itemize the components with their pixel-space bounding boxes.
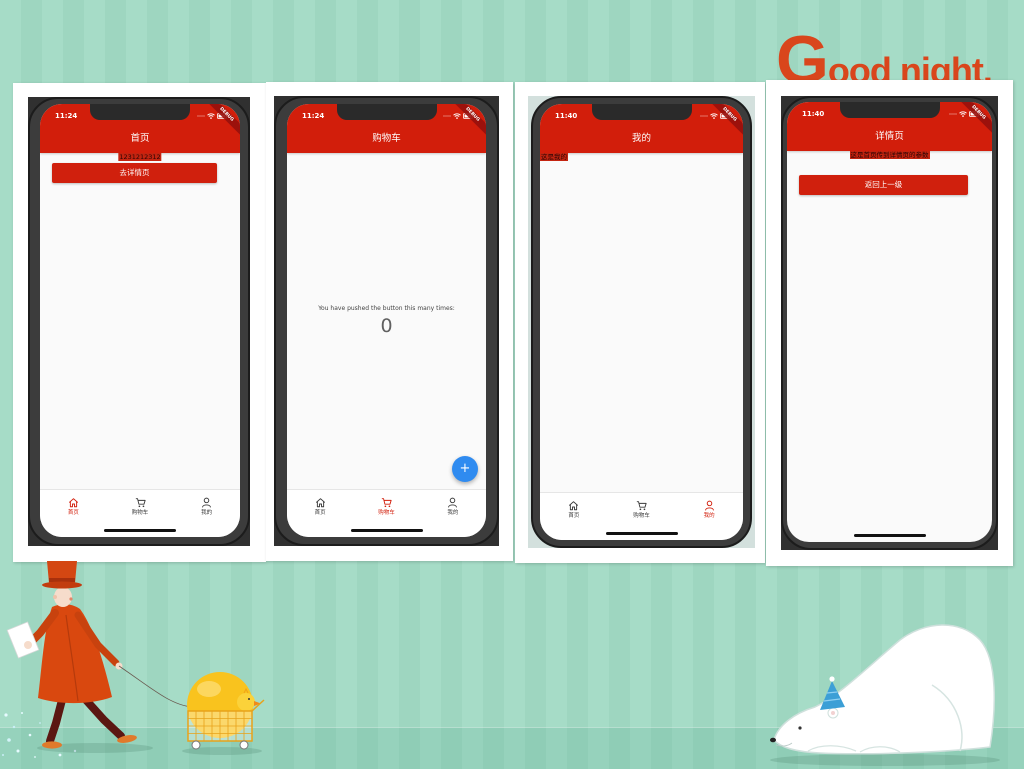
notch bbox=[336, 104, 437, 120]
nav-item-label: 购物车 bbox=[131, 510, 149, 516]
polar-bear-illustration bbox=[770, 624, 1000, 766]
nav-item-mine[interactable]: 我的 bbox=[173, 490, 240, 537]
counter-value: 0 bbox=[380, 315, 393, 337]
signal-icon bbox=[197, 115, 205, 117]
cart-icon bbox=[135, 498, 146, 508]
mine-page-phone: 11:40 我的 DEBUG 这是我的 首页 购物车 我的 bbox=[528, 96, 755, 548]
nav-item-mine[interactable]: 我的 bbox=[420, 490, 486, 537]
increment-fab-button[interactable]: + bbox=[452, 456, 478, 482]
signal-icon bbox=[700, 115, 708, 117]
nav-item-home[interactable]: 首页 bbox=[287, 490, 353, 537]
nav-item-label: 购物车 bbox=[633, 513, 650, 519]
debug-banner: DEBUG bbox=[452, 104, 486, 138]
nav-item-mine[interactable]: 我的 bbox=[675, 493, 743, 540]
person-icon bbox=[704, 500, 714, 511]
home-icon bbox=[68, 498, 78, 508]
home-indicator bbox=[853, 534, 926, 537]
screenshot-card-home: 11:24 首页 DEBUG 1231212312 去详情页 首页 购物车 我的 bbox=[13, 83, 266, 562]
nav-item-home[interactable]: 首页 bbox=[40, 490, 107, 537]
status-time: 11:24 bbox=[302, 112, 325, 120]
debug-banner-label: DEBUG bbox=[206, 104, 240, 138]
person-icon bbox=[448, 497, 458, 508]
home-indicator bbox=[350, 529, 423, 532]
phone-screen: 11:24 购物车 DEBUG You have pushed the butt… bbox=[287, 104, 486, 537]
signal-icon bbox=[443, 115, 451, 117]
body-text-label: 这是我的 bbox=[540, 153, 568, 161]
man-with-chick-cart-illustration bbox=[2, 561, 265, 758]
body-text-label: 1231212312 bbox=[118, 153, 162, 161]
screenshot-card-mine: 11:40 我的 DEBUG 这是我的 首页 购物车 我的 bbox=[515, 82, 765, 563]
debug-banner: DEBUG bbox=[958, 102, 992, 136]
screenshot-card-cart: 11:24 购物车 DEBUG You have pushed the butt… bbox=[266, 82, 513, 561]
nav-item-label: 我的 bbox=[201, 510, 213, 516]
nav-item-label: 购物车 bbox=[378, 510, 395, 516]
nav-item-label: 首页 bbox=[568, 513, 580, 519]
man-figure bbox=[6, 561, 193, 749]
notch bbox=[90, 104, 190, 120]
chick-cart bbox=[187, 672, 265, 750]
signal-icon bbox=[949, 113, 957, 115]
go-to-detail-button[interactable]: 去详情页 bbox=[52, 163, 217, 183]
status-time: 11:24 bbox=[55, 112, 78, 120]
nav-item-label: 首页 bbox=[67, 510, 79, 516]
debug-banner-label: DEBUG bbox=[958, 102, 992, 136]
home-indicator bbox=[104, 529, 176, 532]
detail-page-phone: 11:40 详情页 DEBUG 这是首页传到详情页的参数 返回上一级 bbox=[781, 96, 998, 550]
counter-caption: You have pushed the button this many tim… bbox=[318, 305, 455, 312]
cart-icon bbox=[636, 501, 647, 511]
home-indicator bbox=[605, 532, 678, 535]
nav-item-label: 我的 bbox=[447, 510, 459, 516]
nav-item-label: 首页 bbox=[314, 510, 326, 516]
screenshot-card-detail: 11:40 详情页 DEBUG 这是首页传到详情页的参数 返回上一级 bbox=[766, 80, 1013, 566]
nav-item-label: 我的 bbox=[703, 513, 715, 519]
home-icon bbox=[569, 501, 579, 511]
phone-screen: 11:40 我的 DEBUG 这是我的 首页 购物车 我的 bbox=[540, 104, 743, 540]
status-time: 11:40 bbox=[555, 112, 578, 120]
home-page-phone: 11:24 首页 DEBUG 1231212312 去详情页 首页 购物车 我的 bbox=[28, 97, 250, 546]
debug-banner-label: DEBUG bbox=[452, 104, 486, 138]
back-button[interactable]: 返回上一级 bbox=[799, 175, 968, 195]
home-icon bbox=[315, 498, 325, 508]
body-text-label: 这是首页传到详情页的参数 bbox=[849, 151, 930, 159]
cart-page-phone: 11:24 购物车 DEBUG You have pushed the butt… bbox=[274, 96, 499, 546]
nav-item-home[interactable]: 首页 bbox=[540, 493, 608, 540]
cart-icon bbox=[381, 498, 392, 508]
debug-banner-label: DEBUG bbox=[709, 104, 743, 138]
notch bbox=[591, 104, 692, 120]
phone-screen: 11:40 详情页 DEBUG 这是首页传到详情页的参数 返回上一级 bbox=[787, 102, 992, 542]
notch bbox=[839, 102, 940, 118]
status-time: 11:40 bbox=[802, 110, 825, 118]
debug-banner: DEBUG bbox=[709, 104, 743, 138]
person-icon bbox=[202, 497, 212, 508]
debug-banner: DEBUG bbox=[206, 104, 240, 138]
phone-screen: 11:24 首页 DEBUG 1231212312 去详情页 首页 购物车 我的 bbox=[40, 104, 240, 537]
